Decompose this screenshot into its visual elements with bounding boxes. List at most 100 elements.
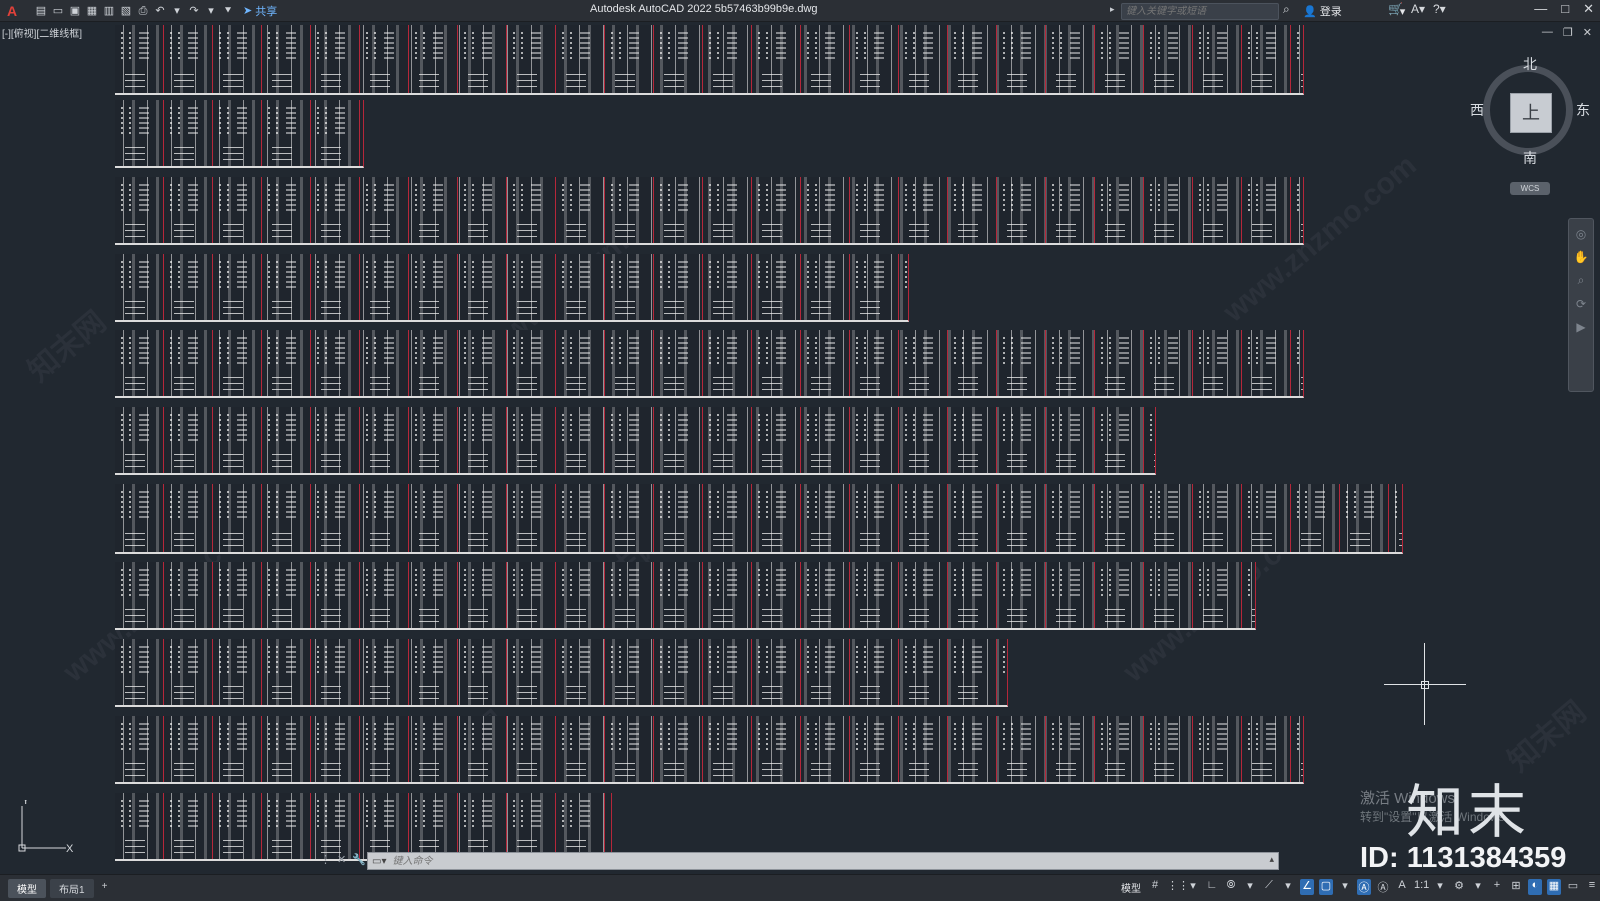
cart-icon[interactable]: 🛒 <box>1388 2 1403 16</box>
share-label: 共享 <box>255 5 278 18</box>
command-history-icon[interactable]: ▴ <box>1269 854 1274 865</box>
drawing-row-6 <box>115 407 1156 475</box>
viewcube-top-face[interactable]: 上 <box>1510 93 1552 133</box>
redo-icon[interactable]: ↷ <box>187 4 201 18</box>
cursor-pickbox <box>1421 681 1429 689</box>
drawing-row-3 <box>115 177 1304 245</box>
scale-label[interactable]: 1:1 <box>1414 879 1429 895</box>
customize-qat-icon[interactable]: ⯆ <box>221 4 235 18</box>
drawing-canvas[interactable]: 知末网 www.znzmo.com www.znzmo.com www.znzm… <box>0 22 1600 872</box>
status-toggles: # ⋮⋮ ▾ ∟ ⦾ ▾ ⟋ ▾ ∠ ▢ ▾ Ⓐ Ⓐ A 1:1 ▾ ⚙ ▾ +… <box>1148 879 1599 895</box>
snap-icon[interactable]: ⋮⋮ <box>1167 879 1189 895</box>
command-prompt-icon[interactable]: ▭▾ <box>368 856 390 867</box>
title-bar: A ▤ ▭ ▣ ▦ ▥ ▧ ⎙ ↶ ▾ ↷ ▾ ⯆ ➤ 共享 Autodesk … <box>0 0 1600 22</box>
viewcube[interactable]: 北 南 西 东 上 <box>1470 56 1590 166</box>
open-web-icon[interactable]: ▥ <box>102 4 116 18</box>
save-as-icon[interactable]: ▦ <box>85 4 99 18</box>
command-close-icon[interactable]: ✕ <box>337 853 346 866</box>
isodraft-icon[interactable]: ⟋ <box>1262 879 1276 895</box>
open-folder-icon[interactable]: ▭ <box>51 4 65 18</box>
steering-wheel-icon[interactable]: ◎ <box>1576 227 1586 241</box>
clean-screen-icon[interactable]: ▭ <box>1566 879 1580 895</box>
annotation-autoscale-icon[interactable]: Ⓐ <box>1376 879 1390 895</box>
annotation-scale-icon[interactable]: A <box>1395 879 1409 895</box>
brand-id: ID: 1131384359 <box>1360 842 1567 874</box>
command-line-controls: ⋮ ✕ 🔧 <box>320 853 366 866</box>
annotation-visibility-icon[interactable]: Ⓐ <box>1357 879 1371 895</box>
maximize-icon[interactable]: □ <box>1561 1 1569 17</box>
compass-south[interactable]: 南 <box>1523 148 1537 168</box>
undo-icon[interactable]: ↶ <box>153 4 167 18</box>
isodraft-dropdown-icon[interactable]: ▾ <box>1281 879 1295 895</box>
ortho-icon[interactable]: ∟ <box>1205 879 1219 895</box>
drawing-row-8 <box>115 562 1256 630</box>
snap-dropdown-icon[interactable]: ▾ <box>1186 879 1200 895</box>
customize-statusbar-icon[interactable]: ≡ <box>1585 879 1599 895</box>
send-icon: ➤ <box>243 5 253 17</box>
polar-dropdown-icon[interactable]: ▾ <box>1243 879 1257 895</box>
scale-dropdown-icon[interactable]: ▾ <box>1433 879 1447 895</box>
autodesk-app-icon[interactable]: A▾ <box>1411 2 1425 16</box>
hardware-acceleration-icon[interactable]: ▦ <box>1547 879 1561 895</box>
object-snap-tracking-icon[interactable]: ∠ <box>1300 879 1314 895</box>
new-file-icon[interactable]: ▤ <box>34 4 48 18</box>
workspace-dropdown-icon[interactable]: ▾ <box>1471 879 1485 895</box>
window-controls: — □ ✕ <box>1534 1 1594 17</box>
compass-north[interactable]: 北 <box>1523 54 1537 74</box>
autocad-logo-icon[interactable]: A <box>4 3 20 19</box>
polar-icon[interactable]: ⦾ <box>1224 879 1238 895</box>
ucs-icon: Y X <box>18 800 74 855</box>
redo-dropdown-icon[interactable]: ▾ <box>204 4 218 18</box>
drawing-row-5 <box>115 330 1304 398</box>
workspace-gear-icon[interactable]: ⚙ <box>1452 879 1466 895</box>
compass-east[interactable]: 东 <box>1576 100 1590 120</box>
undo-dropdown-icon[interactable]: ▾ <box>170 4 184 18</box>
ucs-y-label: Y <box>22 800 30 807</box>
model-space-button[interactable]: 模型 <box>1121 880 1141 895</box>
navigation-bar: ◎ ✋ ⌕ ⟳ ▶ <box>1568 218 1594 392</box>
close-icon[interactable]: ✕ <box>1583 1 1594 17</box>
save-web-icon[interactable]: ▧ <box>119 4 133 18</box>
layout-tabs: 模型 布局1 + <box>8 879 111 898</box>
add-layout-button[interactable]: + <box>98 879 112 898</box>
quick-access-toolbar: ▤ ▭ ▣ ▦ ▥ ▧ ⎙ ↶ ▾ ↷ ▾ ⯆ <box>34 4 235 18</box>
search-box[interactable] <box>1121 3 1279 20</box>
print-icon[interactable]: ⎙ <box>136 4 150 18</box>
units-icon[interactable]: ⊞ <box>1509 879 1523 895</box>
drawing-row-10 <box>115 716 1304 784</box>
user-icon: 👤 <box>1303 5 1317 18</box>
help-icon[interactable]: ?▾ <box>1433 2 1446 16</box>
command-line[interactable]: ▭▾ ▴ <box>367 852 1279 870</box>
ucs-x-label: X <box>66 843 74 855</box>
window-title: Autodesk AutoCAD 2022 5b57463b99b9e.dwg <box>590 3 818 15</box>
status-bar: 模型 布局1 + 模型 # ⋮⋮ ▾ ∟ ⦾ ▾ ⟋ ▾ ∠ ▢ ▾ Ⓐ Ⓐ A… <box>0 874 1600 901</box>
minimize-icon[interactable]: — <box>1534 1 1547 17</box>
save-icon[interactable]: ▣ <box>68 4 82 18</box>
object-snap-icon[interactable]: ▢ <box>1319 879 1333 895</box>
drawing-row-4 <box>115 254 909 322</box>
share-button[interactable]: ➤ 共享 <box>243 3 277 19</box>
titlebar-tools: 🛒 A▾ ?▾ <box>1388 2 1446 16</box>
command-input[interactable] <box>390 854 1215 868</box>
zoom-icon[interactable]: ⌕ <box>1578 273 1585 288</box>
orbit-icon[interactable]: ⟳ <box>1576 297 1586 311</box>
drawing-row-2 <box>115 100 364 168</box>
showmotion-icon[interactable]: ▶ <box>1576 320 1585 334</box>
pan-icon[interactable]: ✋ <box>1574 250 1589 264</box>
command-customize-icon[interactable]: 🔧 <box>352 853 366 866</box>
compass-west[interactable]: 西 <box>1470 100 1484 120</box>
brand-logo: 知末 <box>1406 778 1531 846</box>
tab-model[interactable]: 模型 <box>8 879 46 898</box>
command-grip-icon[interactable]: ⋮ <box>320 853 331 866</box>
search-icon[interactable]: ⌕ <box>1283 2 1290 17</box>
grid-icon[interactable]: # <box>1148 879 1162 895</box>
watermark: 知末网 <box>22 305 113 389</box>
annotation-monitor-icon[interactable]: + <box>1490 879 1504 895</box>
search-expand-icon[interactable]: ▸ <box>1110 4 1115 15</box>
isolate-objects-icon[interactable]: ◐ <box>1528 879 1542 895</box>
wcs-menu-button[interactable]: WCS <box>1510 182 1550 195</box>
drawing-row-7 <box>115 484 1403 554</box>
search-input[interactable] <box>1122 4 1260 19</box>
tab-layout1[interactable]: 布局1 <box>50 879 94 898</box>
osnap-dropdown-icon[interactable]: ▾ <box>1338 879 1352 895</box>
